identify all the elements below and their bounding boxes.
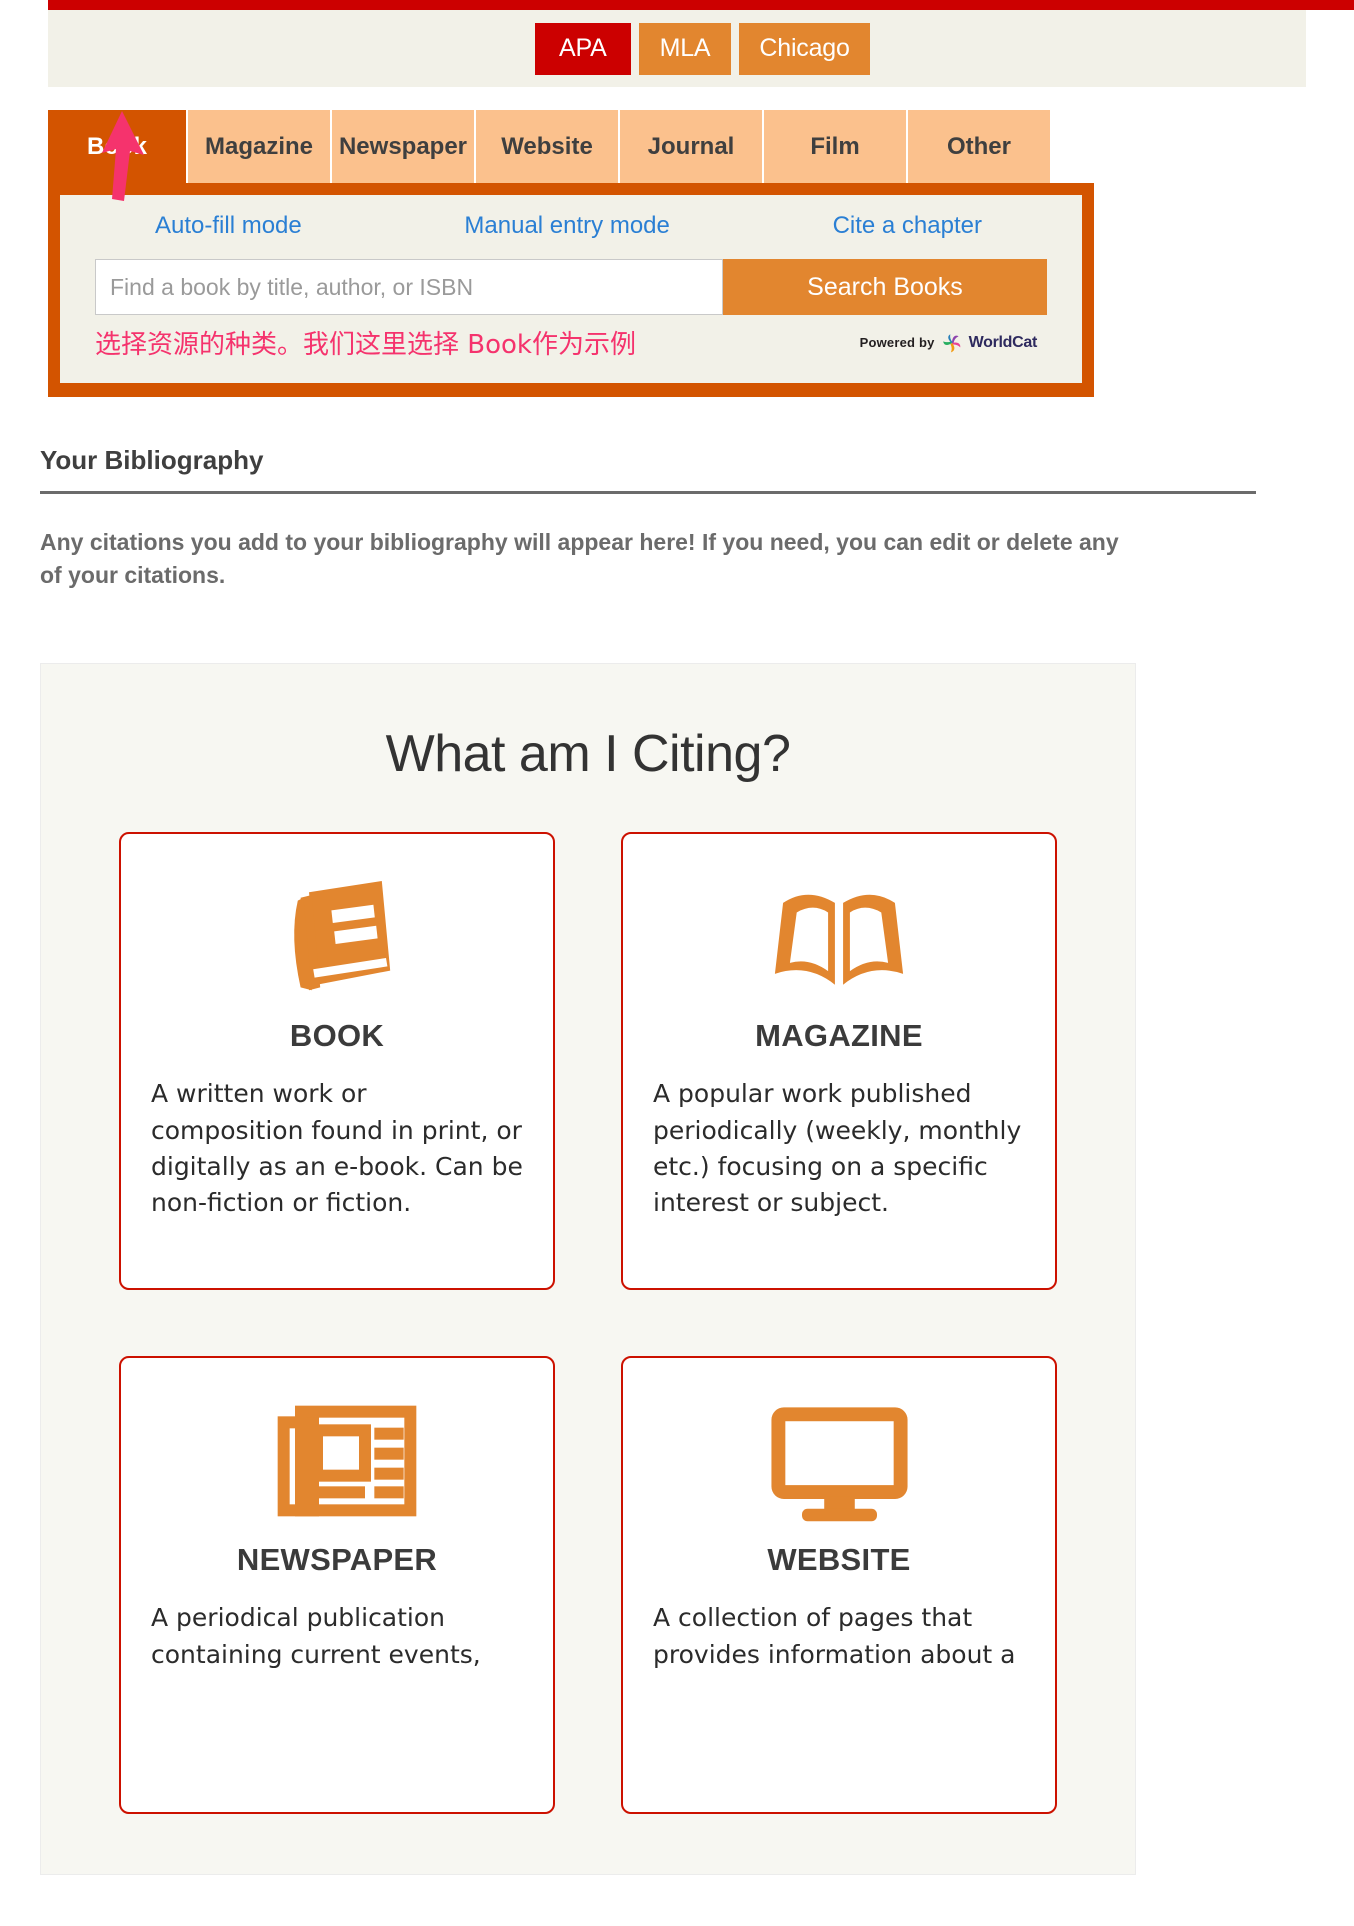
card-label-book: BOOK	[289, 1018, 385, 1054]
tab-newspaper[interactable]: Newspaper	[332, 110, 476, 183]
note-row: 选择资源的种类。我们这里选择 Book作为示例 Powered by World…	[95, 324, 1047, 361]
what-am-i-citing-panel: What am I Citing? BOOK A written work or…	[40, 663, 1136, 1876]
tab-other[interactable]: Other	[908, 110, 1050, 183]
chinese-annotation-text: 选择资源的种类。我们这里选择 Book作为示例	[95, 330, 636, 360]
worldcat-pinwheel-icon	[942, 333, 960, 352]
monitor-icon	[762, 1386, 917, 1536]
closed-book-icon	[267, 862, 407, 1012]
newspaper-icon	[257, 1386, 417, 1536]
style-button-apa[interactable]: APA	[535, 22, 631, 75]
card-book[interactable]: BOOK A written work or composition found…	[119, 832, 555, 1291]
card-description-newspaper: A periodical publication containing curr…	[151, 1603, 481, 1669]
search-mode-links: Auto-fill mode Manual entry mode Cite a …	[95, 212, 1047, 240]
citation-machine-page: APA MLA Chicago Book Magazine Newspaper …	[0, 0, 1354, 1876]
open-book-icon	[764, 862, 914, 1012]
tab-journal[interactable]: Journal	[620, 110, 764, 183]
style-button-chicago[interactable]: Chicago	[739, 22, 870, 75]
link-auto-fill-mode[interactable]: Auto-fill mode	[155, 212, 302, 240]
link-manual-entry-mode[interactable]: Manual entry mode	[464, 212, 669, 240]
search-row: Search Books	[95, 259, 1047, 315]
card-newspaper[interactable]: NEWSPAPER A periodical publication conta…	[119, 1356, 555, 1815]
bibliography-empty-text: Any citations you add to your bibliograp…	[40, 529, 1119, 588]
bibliography-section: Your Bibliography Any citations you add …	[40, 445, 1256, 591]
card-description-website: A collection of pages that provides info…	[653, 1603, 1016, 1669]
what-am-i-citing-title: What am I Citing?	[385, 725, 791, 784]
card-magazine[interactable]: MAGAZINE A popular work published period…	[621, 832, 1057, 1291]
powered-by-label: Powered by	[859, 335, 935, 350]
card-description-magazine: A popular work published periodically (w…	[653, 1079, 1022, 1218]
citation-style-selector: APA MLA Chicago	[48, 10, 1306, 87]
search-panel: Auto-fill mode Manual entry mode Cite a …	[48, 111, 1094, 397]
source-type-card-grid: BOOK A written work or composition found…	[41, 832, 1135, 1874]
search-books-button[interactable]: Search Books	[723, 259, 1047, 315]
powered-by-worldcat: Powered by WorldCat	[860, 332, 1037, 354]
style-button-mla[interactable]: MLA	[638, 22, 732, 75]
worldcat-wordmark: WorldCat	[968, 333, 1038, 351]
card-description-book: A written work or composition found in p…	[151, 1079, 523, 1218]
search-input[interactable]	[95, 259, 723, 315]
tab-magazine[interactable]: Magazine	[188, 110, 332, 183]
card-label-magazine: MAGAZINE	[755, 1018, 923, 1054]
card-label-newspaper: NEWSPAPER	[236, 1542, 438, 1578]
tab-website[interactable]: Website	[476, 110, 620, 183]
search-panel-inner: Auto-fill mode Manual entry mode Cite a …	[60, 195, 1082, 383]
top-red-bar	[48, 0, 1354, 10]
card-label-website: WEBSITE	[767, 1542, 911, 1578]
bibliography-title: Your Bibliography	[40, 445, 1256, 494]
tab-book[interactable]: Book	[48, 110, 188, 183]
tab-film[interactable]: Film	[764, 110, 908, 183]
source-type-tabs: Book Magazine Newspaper Website Journal …	[48, 110, 1050, 183]
card-website[interactable]: WEBSITE A collection of pages that provi…	[621, 1356, 1057, 1815]
link-cite-a-chapter[interactable]: Cite a chapter	[833, 212, 982, 240]
